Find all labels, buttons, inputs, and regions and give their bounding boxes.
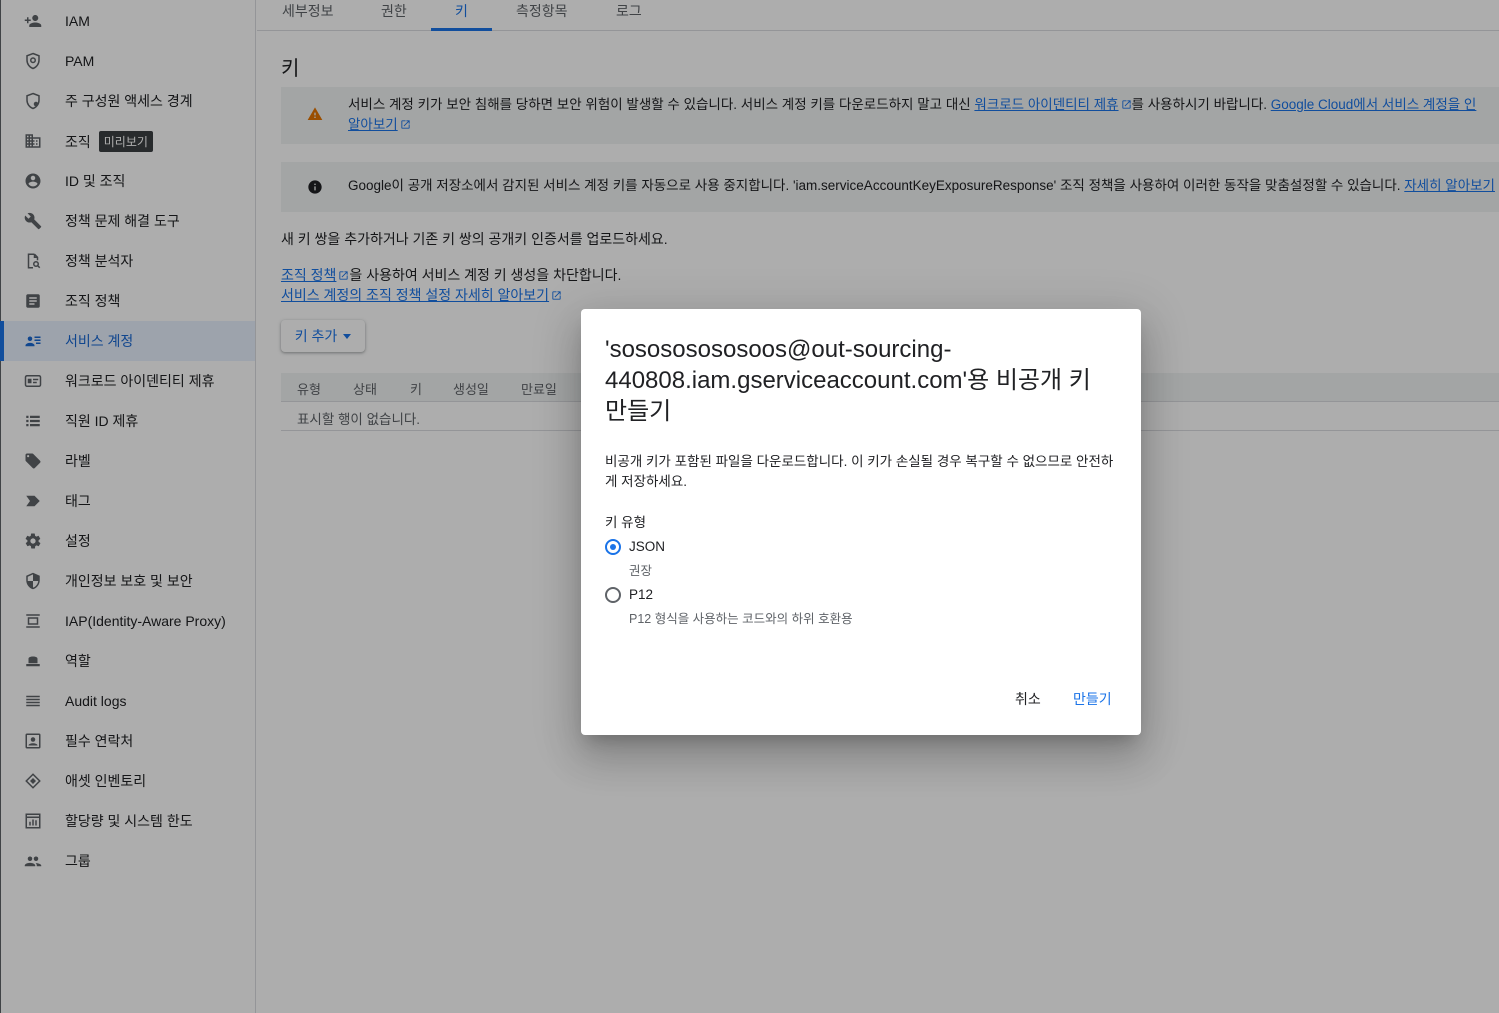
create-private-key-dialog: 'sosososososoos@out-sourcing-440808.iam.… <box>581 309 1141 735</box>
create-button[interactable]: 만들기 <box>1073 689 1112 709</box>
p12-radio[interactable] <box>605 587 621 603</box>
p12-sublabel: P12 형식을 사용하는 코드와의 하위 호환용 <box>629 612 853 626</box>
dialog-description: 비공개 키가 포함된 파일을 다운로드합니다. 이 키가 손실될 경우 복구할 … <box>605 454 1114 489</box>
json-label: JSON <box>629 539 666 554</box>
json-radio[interactable] <box>605 539 621 555</box>
p12-label: P12 <box>629 587 654 602</box>
json-sublabel: 권장 <box>629 564 653 578</box>
dialog-title: 'sosososososoos@out-sourcing-440808.iam.… <box>605 336 1091 425</box>
radio-option-json[interactable]: JSON 권장 <box>605 539 905 579</box>
radio-option-p12[interactable]: P12 P12 형식을 사용하는 코드와의 하위 호환용 <box>605 587 905 627</box>
cancel-button[interactable]: 취소 <box>1015 689 1041 709</box>
key-type-label: 키 유형 <box>605 515 647 530</box>
